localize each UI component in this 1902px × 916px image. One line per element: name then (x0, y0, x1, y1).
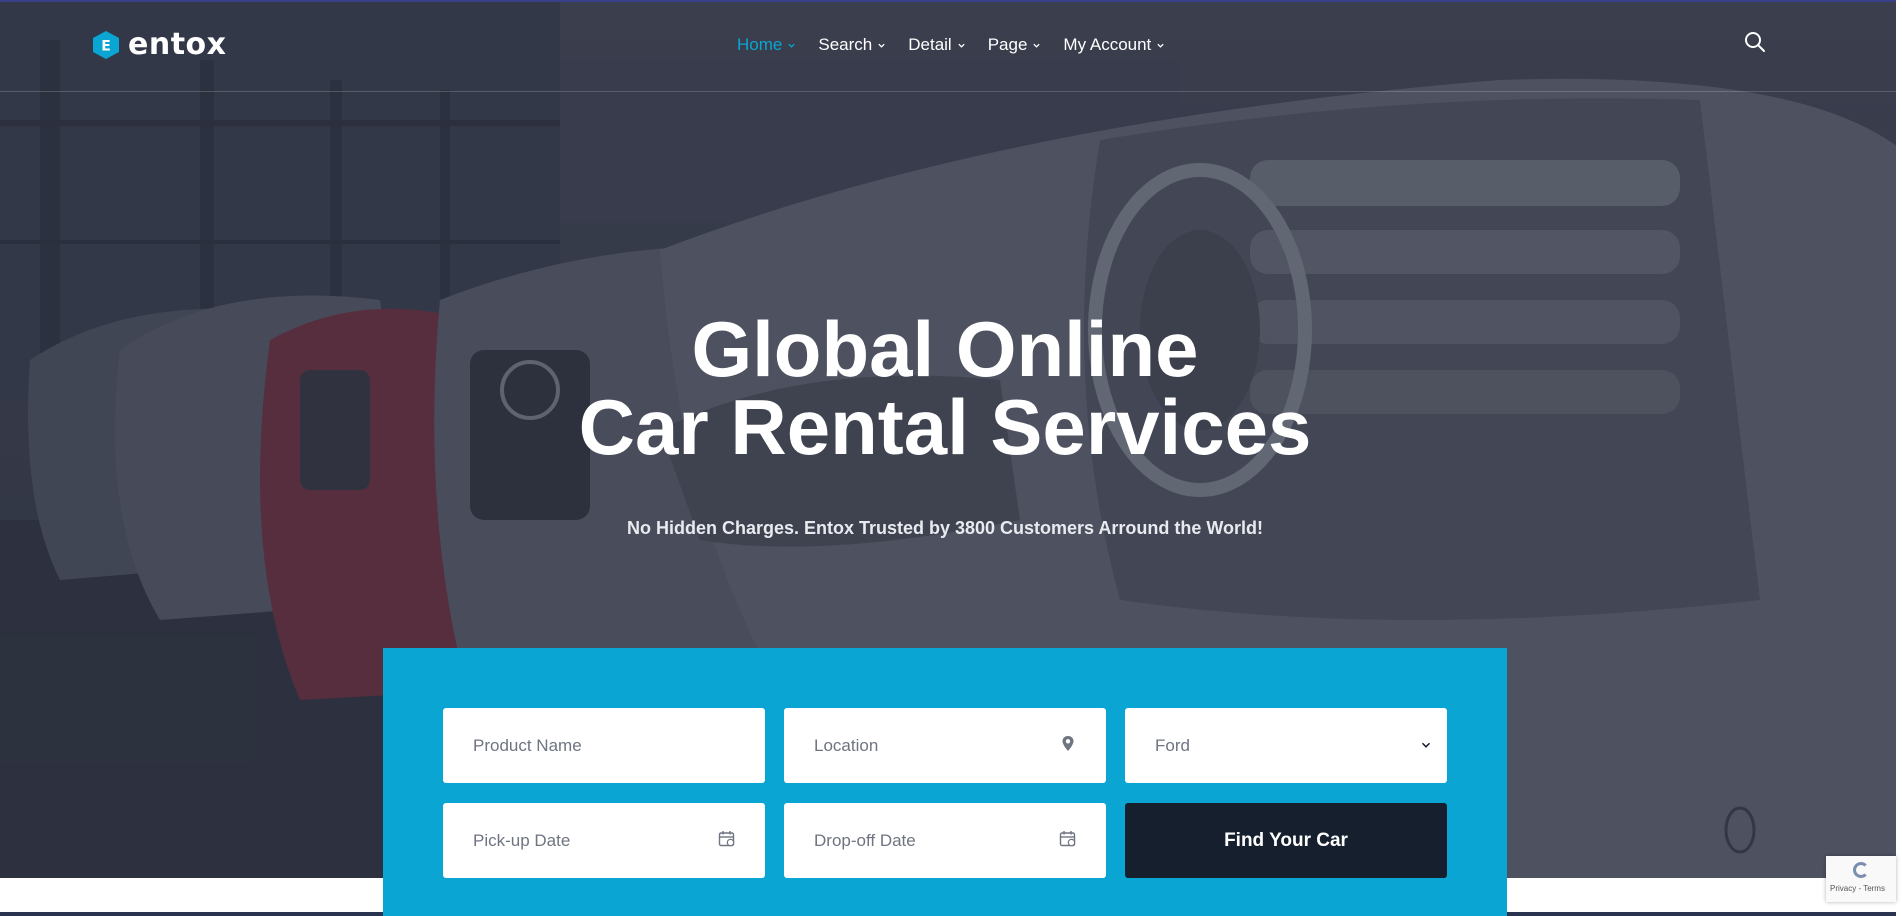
location-placeholder: Location (814, 735, 879, 755)
site-header: E entox Home Search Detail Page My Accou… (0, 0, 1902, 92)
chevron-down-icon (1033, 43, 1041, 48)
recaptcha-icon (1853, 862, 1869, 878)
dropoff-date-placeholder: Drop-off Date (814, 830, 916, 850)
chevron-down-icon (1157, 43, 1164, 48)
calendar-icon (1059, 831, 1076, 847)
logo[interactable]: E entox (92, 28, 227, 62)
svg-text:E: E (101, 39, 111, 55)
nav-item-detail[interactable]: Detail (908, 34, 965, 56)
recaptcha-terms: Privacy - Terms (1830, 884, 1885, 893)
dropoff-date-input[interactable]: Drop-off Date (784, 803, 1106, 878)
brand-name: entox (128, 27, 227, 62)
nav-item-page[interactable]: Page (988, 34, 1042, 56)
nav-item-label: Page (987, 35, 1028, 54)
nav-item-search[interactable]: Search (818, 34, 886, 56)
nav-item-home[interactable]: Home (737, 34, 796, 56)
chevron-down-icon (788, 43, 796, 48)
nav-item-my-account[interactable]: My Account (1063, 34, 1165, 56)
car-search-panel: Product Name Location Ford Pick-up Date (383, 648, 1507, 916)
calendar-icon (718, 831, 735, 847)
hero-title: Global Online Car Rental Services (0, 310, 1890, 466)
pickup-date-placeholder: Pick-up Date (473, 830, 571, 850)
car-brand-select[interactable]: Ford (1125, 708, 1447, 783)
recaptcha-badge[interactable]: Privacy - Terms (1826, 856, 1896, 902)
map-pin-icon (1062, 736, 1074, 751)
chevron-down-icon (1421, 742, 1431, 748)
location-input[interactable]: Location (784, 708, 1106, 783)
hero-title-line-1: Global Online (691, 305, 1199, 393)
pickup-date-input[interactable]: Pick-up Date (443, 803, 765, 878)
chevron-down-icon (958, 43, 965, 48)
page: E entox Home Search Detail Page My Accou… (0, 0, 1902, 916)
hexagon-logo-icon: E (93, 31, 119, 59)
car-brand-selected: Ford (1155, 735, 1190, 755)
nav-item-label: Detail (908, 35, 952, 54)
chevron-down-icon (878, 43, 885, 48)
find-your-car-button[interactable]: Find Your Car (1125, 803, 1447, 878)
nav-item-label: Home (737, 35, 783, 54)
main-nav: Home Search Detail Page My Account (737, 34, 1165, 56)
scrollbar-track[interactable] (1896, 0, 1902, 916)
product-name-input[interactable]: Product Name (443, 708, 765, 783)
nav-item-label: My Account (1063, 35, 1152, 54)
hero-subtitle: No Hidden Charges. Entox Trusted by 3800… (626, 518, 1264, 538)
search-icon[interactable] (1743, 30, 1767, 54)
product-name-placeholder: Product Name (473, 735, 582, 755)
hero-title-line-2: Car Rental Services (578, 383, 1312, 471)
nav-item-label: Search (818, 35, 873, 54)
window-top-border (0, 0, 1902, 2)
